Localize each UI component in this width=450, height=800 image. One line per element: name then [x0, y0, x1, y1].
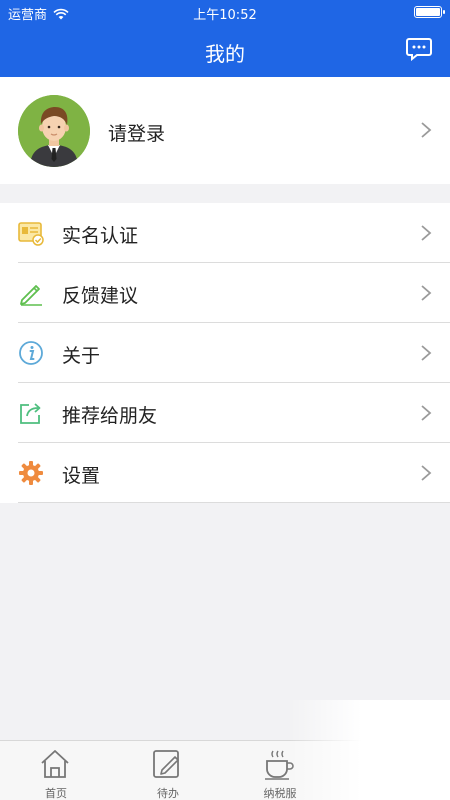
menu-item-label: 反馈建议 [62, 285, 139, 307]
menu-item-label: 实名认证 [62, 225, 139, 247]
user-avatar-icon [18, 95, 90, 167]
divider [18, 502, 450, 503]
tab-label: 待办 [157, 787, 179, 800]
edit-icon [153, 750, 179, 778]
menu-item-label: 推荐给朋友 [62, 405, 158, 427]
menu-item-label: 设置 [62, 465, 101, 487]
menu-item-real-name[interactable]: 实名认证 [0, 203, 450, 263]
header-bar: 运营商 上午10:52 我的 [0, 0, 450, 77]
menu-item-share[interactable]: 推荐给朋友 [0, 383, 450, 443]
pencil-icon [20, 285, 42, 306]
menu-item-label: 关于 [62, 345, 101, 367]
corner-fade-overlay [290, 700, 450, 800]
status-time: 上午10:52 [193, 8, 257, 23]
avatar[interactable] [18, 95, 90, 167]
chevron-right-icon [421, 285, 432, 301]
id-card-icon [18, 222, 44, 246]
home-icon [41, 750, 69, 778]
chevron-right-icon [421, 225, 432, 241]
menu-item-settings[interactable]: 设置 [0, 443, 450, 503]
gear-icon [19, 461, 43, 485]
page-title: 我的 [205, 42, 245, 66]
status-bar: 运营商 上午10:52 [0, 0, 450, 24]
chevron-right-icon [421, 122, 432, 138]
message-icon[interactable] [406, 37, 432, 61]
info-icon [19, 341, 43, 365]
tab-todo[interactable]: 待办 [112, 741, 224, 800]
share-icon [20, 403, 41, 424]
login-label: 请登录 [108, 123, 166, 145]
login-row[interactable]: 请登录 [0, 77, 450, 184]
tab-home[interactable]: 首页 [0, 741, 112, 800]
chevron-right-icon [421, 405, 432, 421]
menu-item-feedback[interactable]: 反馈建议 [0, 263, 450, 323]
tab-label: 首页 [45, 787, 67, 800]
chevron-right-icon [421, 345, 432, 361]
chevron-right-icon [421, 465, 432, 481]
menu-item-about[interactable]: 关于 [0, 323, 450, 383]
battery-icon [414, 6, 445, 18]
settings-menu: 实名认证 反馈建议 关于 推荐给朋友 设置 [0, 203, 450, 503]
